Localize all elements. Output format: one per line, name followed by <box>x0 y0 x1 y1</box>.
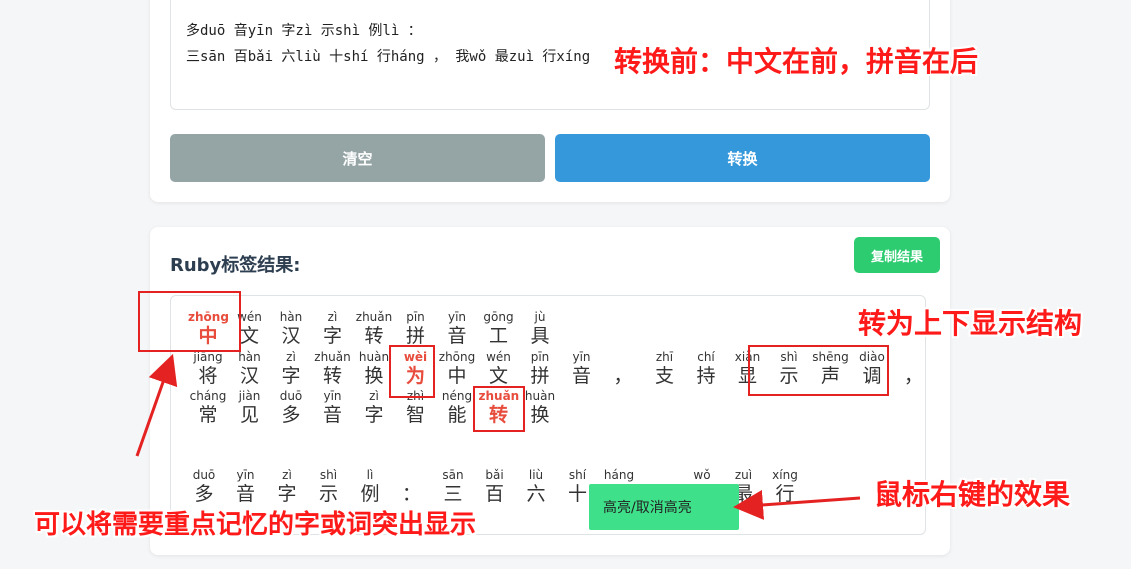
arrow-to-context-menu <box>733 489 861 520</box>
annotation-highlight: 可以将需要重点记忆的字或词突出显示 <box>34 510 477 540</box>
arrow-to-highlight <box>135 353 178 457</box>
annotation-before: 转换前：中文在前，拼音在后 <box>614 45 979 78</box>
annotation-structure: 转为上下显示结构 <box>858 307 1083 340</box>
annotation-right-click: 鼠标右键的效果 <box>874 478 1071 511</box>
